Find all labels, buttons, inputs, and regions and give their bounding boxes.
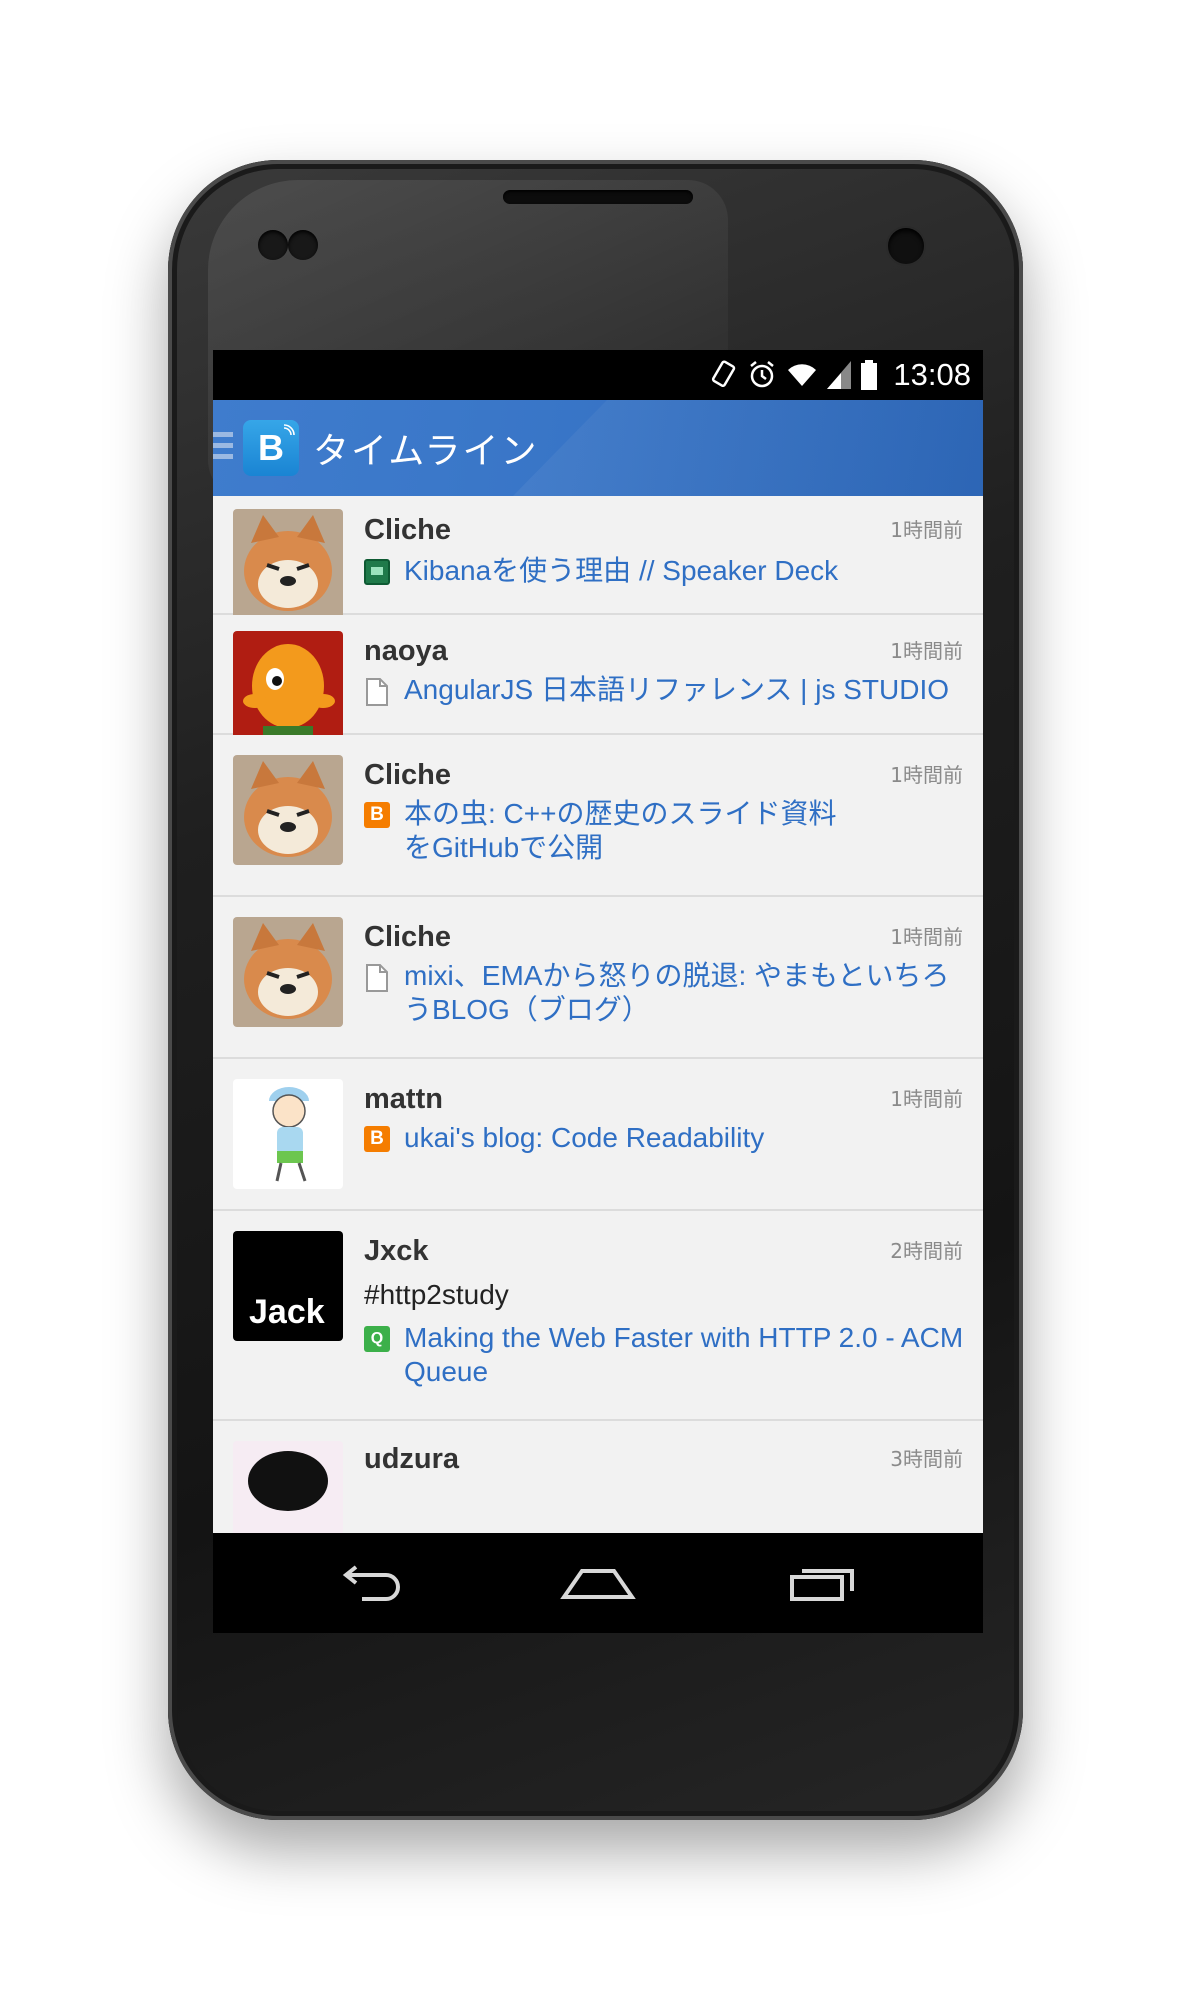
time-ago: 1時間前 [890,639,963,663]
time-ago: 3時間前 [890,1447,963,1471]
username[interactable]: Cliche [364,514,451,547]
timeline-entry[interactable]: Cliche 1時間前 本の虫: C++の歴史のスライド資料をGitHubで公開 [213,735,983,897]
entry-link[interactable]: 本の虫: C++の歴史のスライド資料をGitHubで公開 [364,797,853,865]
app-logo-letter: B [258,427,284,468]
username[interactable]: mattn [364,1083,443,1116]
front-camera [888,228,924,264]
time-ago: 1時間前 [890,763,963,787]
drawer-menu-icon[interactable] [213,432,235,462]
timeline-entry[interactable]: Cliche 1時間前 Kibanaを使う理由 // Speaker Deck [213,496,983,619]
link-title[interactable]: mixi、EMAから怒りの脱退: やまもといちろうBLOG（ブログ） [404,959,965,1027]
username[interactable]: Jxck [364,1235,429,1268]
proximity-sensor [258,230,288,260]
entry-link[interactable]: ukai's blog: Code Readability [364,1121,965,1155]
orange-figure-avatar[interactable] [233,631,343,741]
timeline-entry[interactable]: naoya 1時間前 AngularJS 日本語リファレンス | js STUD… [213,615,983,741]
timeline-entry[interactable]: mattn 1時間前 ukai's blog: Code Readability [213,1059,983,1211]
jack-text-avatar[interactable]: Jack [233,1231,343,1341]
feed-waves-icon [283,424,295,436]
alarm-icon [747,360,777,390]
username[interactable]: Cliche [364,921,451,954]
wifi-icon [787,362,817,388]
time-ago: 1時間前 [890,518,963,542]
page-icon [364,678,390,706]
link-title[interactable]: Making the Web Faster with HTTP 2.0 - AC… [404,1321,965,1389]
rotate-icon [711,360,737,390]
status-bar: 13:08 [213,350,983,400]
username[interactable]: naoya [364,635,448,668]
link-title[interactable]: AngularJS 日本語リファレンス | js STUDIO [404,673,949,707]
entry-link[interactable]: Kibanaを使う理由 // Speaker Deck [364,554,965,588]
battery-icon [861,360,878,390]
status-time: 13:08 [893,357,971,392]
avatar-text: Jack [249,1293,325,1331]
comment-text: #http2study [364,1279,509,1310]
app-logo-button[interactable]: B [243,420,299,476]
blogger-icon [364,1126,390,1152]
time-ago: 2時間前 [890,1239,963,1263]
action-bar: B タイムライン [213,400,983,496]
link-title[interactable]: Kibanaを使う理由 // Speaker Deck [404,554,838,588]
recents-icon[interactable] [783,1553,863,1613]
navigation-bar [213,1533,983,1633]
link-title[interactable]: ukai's blog: Code Readability [404,1121,764,1155]
queue-icon [364,1326,390,1352]
light-sensor [288,230,318,260]
username[interactable]: udzura [364,1443,459,1476]
page-icon [364,964,390,992]
shiba-dog-avatar[interactable] [233,755,343,865]
entry-link[interactable]: mixi、EMAから怒りの脱退: やまもといちろうBLOG（ブログ） [364,959,965,1027]
timeline-entry[interactable]: udzura 3時間前 [213,1421,983,1533]
page-title: タイムライン [313,431,539,472]
shiba-dog-avatar[interactable] [233,917,343,1027]
time-ago: 1時間前 [890,1087,963,1111]
home-icon[interactable] [558,1553,638,1613]
cartoon-boy-avatar[interactable] [233,1079,343,1189]
blogger-icon [364,802,390,828]
entry-link[interactable]: AngularJS 日本語リファレンス | js STUDIO [364,673,965,707]
link-title[interactable]: 本の虫: C++の歴史のスライド資料をGitHubで公開 [404,797,853,865]
username[interactable]: Cliche [364,759,451,792]
signal-icon [827,361,852,389]
entry-link[interactable]: Making the Web Faster with HTTP 2.0 - AC… [364,1321,965,1389]
dark-hair-avatar[interactable] [233,1441,343,1533]
shiba-dog-avatar[interactable] [233,509,343,619]
speakerdeck-icon [364,559,390,585]
earpiece-speaker [503,190,693,204]
back-icon[interactable] [333,1553,413,1613]
time-ago: 1時間前 [890,925,963,949]
timeline-list[interactable]: Cliche 1時間前 Kibanaを使う理由 // Speaker Deck … [213,496,983,1533]
timeline-entry[interactable]: Cliche 1時間前 mixi、EMAから怒りの脱退: やまもといちろうBLO… [213,897,983,1059]
timeline-entry[interactable]: Jack Jxck 2時間前 #http2study Making the We… [213,1211,983,1421]
screen: 13:08 B タイムライン Cliche 1時間前 Kibanaを使う理由 /… [213,350,983,1633]
